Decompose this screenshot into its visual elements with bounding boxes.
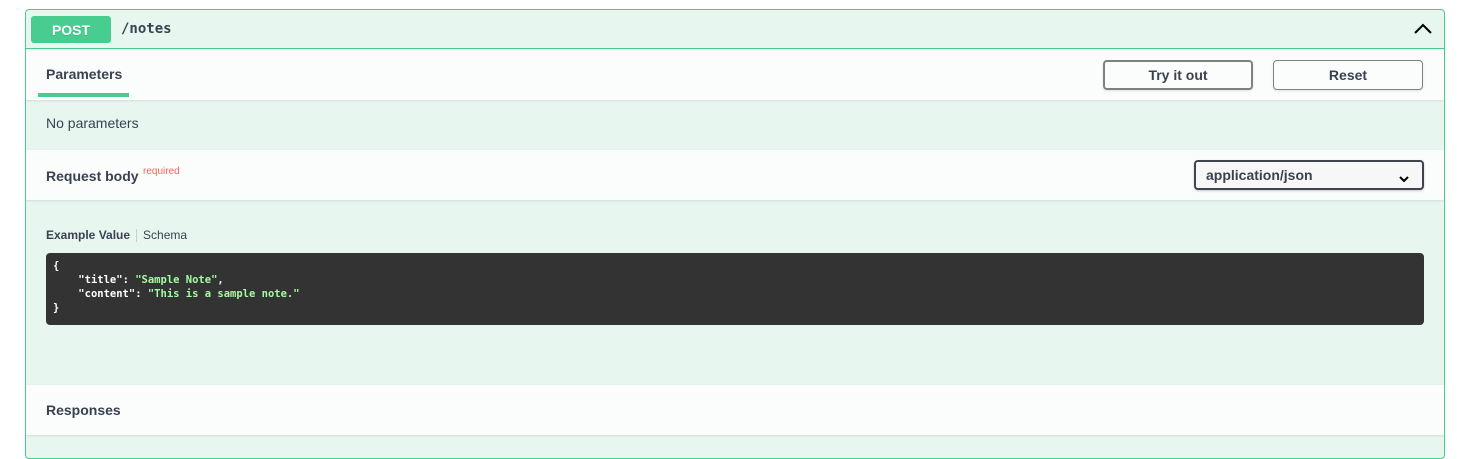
no-parameters-text: No parameters xyxy=(46,115,139,131)
code-close-brace: } xyxy=(53,302,60,314)
tab-schema[interactable]: Schema xyxy=(143,228,187,242)
code-title-key: "title" xyxy=(78,274,123,286)
code-open-brace: { xyxy=(53,260,60,272)
try-it-out-button[interactable]: Try it out xyxy=(1103,60,1253,90)
content-type-select[interactable]: application/json xyxy=(1194,160,1424,190)
request-body-label: Request body xyxy=(46,168,139,184)
chevron-up-icon[interactable] xyxy=(1412,18,1434,40)
tab-example-value[interactable]: Example Value xyxy=(46,228,136,242)
tab-active-indicator xyxy=(38,93,129,97)
responses-header: Responses xyxy=(26,385,1444,435)
tab-parameters[interactable]: Parameters xyxy=(38,50,129,98)
code-content-value: "This is a sample note." xyxy=(147,288,300,300)
operation-block-post-notes: POST /notes Parameters Try it out Reset … xyxy=(25,9,1445,459)
responses-label: Responses xyxy=(46,402,121,418)
tab-divider xyxy=(136,228,138,242)
reset-button[interactable]: Reset xyxy=(1273,60,1423,90)
required-marker: required xyxy=(143,166,180,177)
content-type-value: application/json xyxy=(1206,167,1313,183)
code-content-key: "content" xyxy=(78,288,136,300)
example-tabs: Example Value Schema xyxy=(46,228,187,242)
operation-summary[interactable]: POST /notes xyxy=(26,10,1444,49)
code-title-value: "Sample Note" xyxy=(135,274,218,286)
parameters-header: Parameters Try it out Reset xyxy=(26,50,1444,100)
request-body-header: Request body required application/json xyxy=(26,150,1444,200)
chevron-down-icon xyxy=(1398,170,1410,186)
example-code-block: { "title": "Sample Note", "content": "Th… xyxy=(46,253,1424,325)
method-badge: POST xyxy=(31,16,111,43)
endpoint-path: /notes xyxy=(121,21,172,37)
